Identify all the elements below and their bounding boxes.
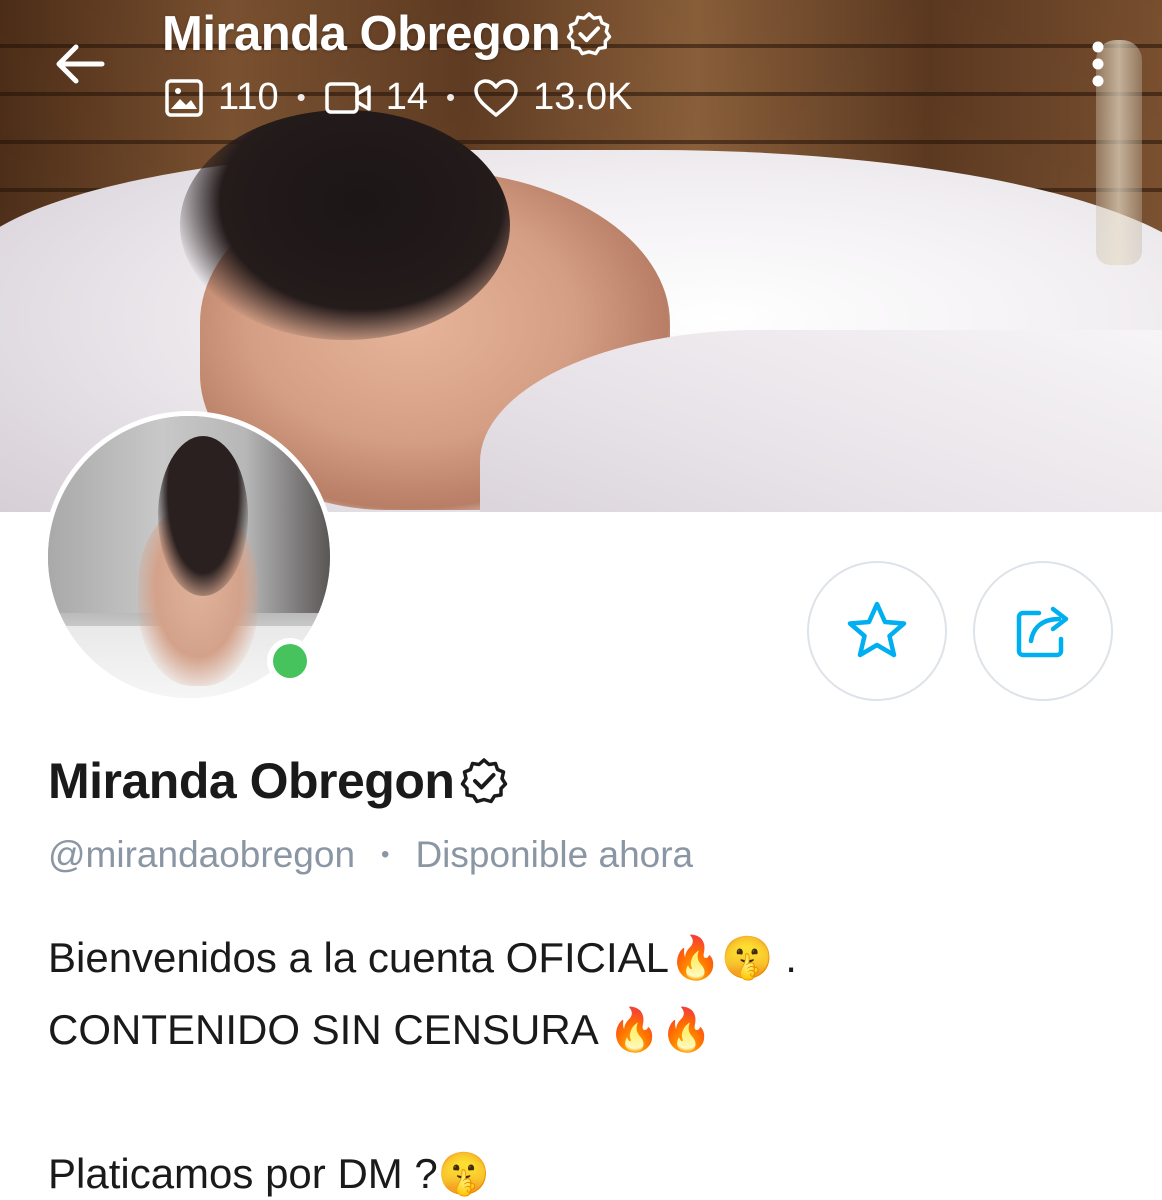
favorite-button[interactable] [807, 561, 947, 701]
photos-count: 110 [218, 76, 279, 118]
likes-count: 13.0K [533, 76, 633, 118]
verified-badge-icon [566, 12, 612, 56]
image-icon [165, 78, 203, 117]
header-title: Miranda Obregon [162, 6, 612, 62]
stats-separator: • [445, 82, 456, 112]
stats-separator: • [296, 82, 306, 112]
bio-line: Platicamos por DM ?🤫 [48, 1150, 491, 1197]
share-button[interactable] [973, 561, 1113, 701]
share-icon [1016, 606, 1069, 658]
videos-stat: 14 [324, 76, 428, 119]
profile-username: @mirandaobregon [48, 834, 356, 875]
header-name: Miranda Obregon [162, 7, 561, 61]
online-status-indicator [267, 638, 313, 684]
back-button[interactable] [50, 38, 108, 90]
profile-status: Disponible ahora [415, 834, 694, 875]
profile-display-name: Miranda Obregon [48, 753, 455, 809]
bio-blank-line [48, 1066, 1128, 1138]
online-dot [273, 644, 307, 678]
more-options-button[interactable] [1080, 38, 1116, 90]
heart-icon [474, 78, 518, 117]
star-icon [847, 601, 907, 658]
profile-name: Miranda Obregon [48, 752, 508, 810]
bio-line: CONTENIDO SIN CENSURA 🔥🔥 [48, 1006, 713, 1053]
cover-figure-hair [180, 110, 510, 340]
verified-badge-icon [461, 758, 508, 804]
profile-meta: @mirandaobregon • Disponible ahora [48, 834, 693, 876]
profile-bio: Bienvenidos a la cuenta OFICIAL🔥🤫 . CONT… [48, 922, 1128, 1200]
header-stats: 110 • 14 • 13.0K [164, 76, 632, 119]
likes-stat: 13.0K [473, 76, 632, 119]
videos-count: 14 [385, 76, 428, 118]
more-vertical-icon [1092, 41, 1104, 87]
video-camera-icon [324, 81, 371, 114]
avatar-photo-hair [158, 436, 248, 596]
photos-stat: 110 [164, 76, 279, 119]
arrow-left-icon [56, 44, 105, 84]
bio-line: Bienvenidos a la cuenta OFICIAL🔥🤫 . [48, 934, 797, 981]
meta-separator: • [381, 841, 390, 868]
